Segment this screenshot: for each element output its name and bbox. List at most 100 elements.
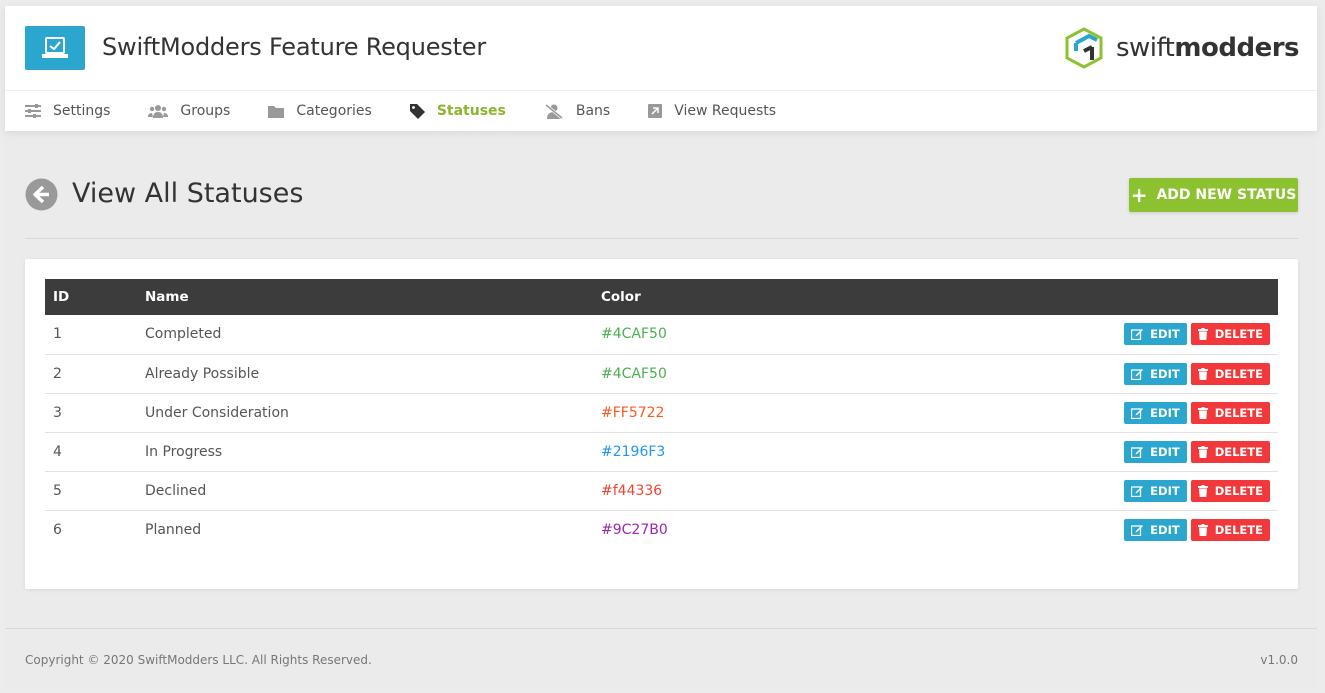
nav-item-label: Bans: [575, 103, 611, 119]
app-title: SwiftModders Feature Requester: [102, 33, 487, 61]
edit-button[interactable]: EDIT: [1124, 479, 1187, 502]
status-color: #FF5722: [601, 404, 665, 421]
edit-button[interactable]: EDIT: [1124, 518, 1187, 541]
edit-label: EDIT: [1150, 483, 1180, 498]
brand-name-light: swift: [1115, 33, 1175, 63]
status-id: 3: [53, 404, 62, 421]
header: SwiftModders Feature Requester swiftmodd…: [5, 6, 1317, 131]
status-color: #4CAF50: [601, 326, 667, 343]
brand-name-bold: modders: [1174, 33, 1299, 63]
trash-icon: [1197, 523, 1208, 536]
tag-icon: [409, 103, 425, 119]
row-actions: EDIT DELETE: [825, 471, 1278, 510]
row-actions: EDIT DELETE: [825, 510, 1278, 549]
nav-item-label: Statuses: [436, 103, 506, 119]
nav-item-settings[interactable]: Settings: [25, 103, 110, 119]
status-id: 5: [53, 482, 62, 499]
nav-item-bans[interactable]: Bans: [544, 103, 610, 119]
status-name: Under Consideration: [145, 404, 289, 421]
nav-item-label: View Requests: [674, 103, 777, 119]
trash-icon: [1197, 484, 1208, 497]
back-arrow-icon[interactable]: [25, 178, 58, 211]
column-header-color: Color: [601, 289, 641, 305]
edit-button[interactable]: EDIT: [1124, 323, 1187, 346]
external-link-icon: [648, 104, 663, 118]
add-new-status-label: ADD NEW STATUS: [1156, 187, 1297, 203]
edit-label: EDIT: [1150, 366, 1180, 381]
page-title: View All Statuses: [72, 178, 304, 209]
status-id: 6: [53, 521, 62, 538]
page-header: View All Statuses + ADD NEW STATUS: [25, 178, 1298, 239]
delete-label: DELETE: [1214, 405, 1263, 420]
trash-icon: [1197, 328, 1208, 341]
status-name: Declined: [145, 482, 207, 499]
edit-label: EDIT: [1150, 327, 1180, 342]
edit-icon: [1131, 446, 1144, 458]
folder-icon: [268, 105, 285, 118]
edit-label: EDIT: [1150, 522, 1180, 537]
edit-icon: [1131, 329, 1144, 341]
delete-button[interactable]: DELETE: [1190, 401, 1270, 424]
brand-cube-icon: [1065, 27, 1103, 69]
nav-item-groups[interactable]: Groups: [148, 103, 230, 119]
row-actions: EDIT DELETE: [825, 315, 1278, 354]
app-frame: SwiftModders Feature Requester swiftmodd…: [5, 6, 1317, 687]
edit-icon: [1131, 485, 1144, 497]
status-id: 2: [53, 365, 62, 382]
table-row: 5 Declined #f44336 EDIT DELETE: [45, 471, 1278, 510]
delete-label: DELETE: [1214, 522, 1263, 537]
row-actions: EDIT DELETE: [825, 354, 1278, 393]
brand-name: swiftmodders: [1115, 33, 1300, 63]
status-id: 1: [53, 326, 62, 343]
row-actions: EDIT DELETE: [825, 393, 1278, 432]
table-row: 2 Already Possible #4CAF50 EDIT DELETE: [45, 354, 1278, 393]
delete-label: DELETE: [1214, 366, 1263, 381]
status-name: Planned: [145, 521, 202, 538]
statuses-card: ID Name Color 1 Completed #4CAF50 EDIT DELET…: [25, 259, 1298, 589]
status-name: Already Possible: [145, 365, 260, 382]
main-nav: Settings Groups Categories Statuses Bans…: [5, 90, 1317, 131]
table-body: 1 Completed #4CAF50 EDIT DELETE 2 Already Poss…: [45, 315, 1278, 549]
delete-button[interactable]: DELETE: [1190, 323, 1270, 346]
edit-button[interactable]: EDIT: [1124, 401, 1187, 424]
trash-icon: [1197, 367, 1208, 380]
edit-icon: [1131, 368, 1144, 380]
brand-logo[interactable]: swiftmodders: [1064, 26, 1299, 70]
column-header-id: ID: [53, 289, 70, 305]
delete-button[interactable]: DELETE: [1190, 479, 1270, 502]
version-label: v1.0.0: [1260, 653, 1298, 667]
edit-button[interactable]: EDIT: [1124, 362, 1187, 385]
delete-button[interactable]: DELETE: [1190, 440, 1270, 463]
edit-label: EDIT: [1150, 405, 1180, 420]
table-row: 1 Completed #4CAF50 EDIT DELETE: [45, 315, 1278, 354]
status-color: #2196F3: [601, 443, 666, 460]
status-color: #f44336: [601, 482, 663, 499]
statuses-table: ID Name Color 1 Completed #4CAF50 EDIT DELET…: [45, 279, 1278, 549]
nav-item-categories[interactable]: Categories: [268, 103, 372, 119]
column-header-name: Name: [145, 289, 189, 305]
delete-button[interactable]: DELETE: [1190, 362, 1270, 385]
nav-item-label: Groups: [180, 103, 231, 119]
add-new-status-button[interactable]: + ADD NEW STATUS: [1129, 178, 1298, 212]
plus-icon: +: [1130, 183, 1148, 207]
edit-button[interactable]: EDIT: [1124, 440, 1187, 463]
nav-item-view-requests[interactable]: View Requests: [648, 103, 776, 119]
status-name: Completed: [145, 326, 222, 343]
app-logo-icon[interactable]: [25, 26, 85, 70]
delete-label: DELETE: [1214, 327, 1263, 342]
user-slash-icon: [544, 103, 563, 119]
edit-icon: [1131, 524, 1144, 536]
delete-label: DELETE: [1214, 444, 1263, 459]
users-icon: [148, 105, 169, 118]
delete-label: DELETE: [1214, 483, 1263, 498]
delete-button[interactable]: DELETE: [1190, 518, 1270, 541]
table-header-row: ID Name Color: [45, 279, 1278, 315]
status-color: #4CAF50: [601, 365, 667, 382]
table-row: 3 Under Consideration #FF5722 EDIT DELETE: [45, 393, 1278, 432]
status-id: 4: [53, 443, 62, 460]
nav-item-statuses[interactable]: Statuses: [409, 103, 506, 119]
nav-item-label: Settings: [53, 103, 111, 119]
status-color: #9C27B0: [601, 521, 668, 538]
table-row: 6 Planned #9C27B0 EDIT DELETE: [45, 510, 1278, 549]
edit-icon: [1131, 407, 1144, 419]
